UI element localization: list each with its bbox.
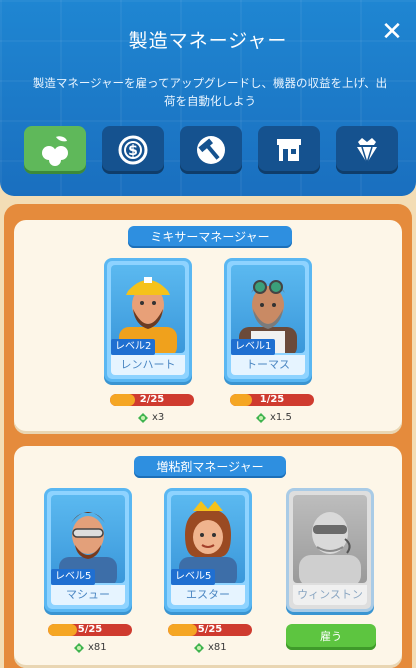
tab-coin[interactable]: $	[102, 126, 164, 174]
manager-card-esther[interactable]: レベル5 エスター	[164, 488, 252, 612]
progress-text: 5/25	[77, 624, 103, 635]
category-tabs: $	[24, 126, 398, 176]
reward-lenhart: x3	[136, 410, 164, 426]
description: 製造マネージャーを雇ってアップグレードし、機器の収益を上げ、出 荷を自動化しよう	[18, 74, 402, 110]
manager-name: ウィンストン	[293, 585, 367, 605]
page-title: 製造マネージャー	[128, 30, 288, 52]
cash-icon	[256, 413, 266, 423]
level-badge: レベル5	[51, 569, 96, 585]
manager-card-matthew[interactable]: レベル5 マシュー	[44, 488, 132, 612]
manager-portrait	[293, 495, 367, 583]
hammer-icon	[197, 136, 225, 164]
diamond-crown-icon	[357, 138, 377, 166]
description-line-2: 荷を自動化しよう	[164, 94, 256, 108]
tab-shop[interactable]	[258, 126, 320, 174]
cash-icon	[138, 413, 148, 423]
progress-bar-matthew: 5/25	[48, 624, 132, 636]
tab-berries[interactable]	[24, 126, 86, 174]
tab-hammer[interactable]	[180, 126, 242, 174]
berries-icon	[42, 136, 68, 166]
progress-bar-lenhart: 2/25	[110, 394, 194, 406]
reward-text: x81	[208, 642, 227, 653]
reward-esther: x81	[192, 640, 227, 656]
reward-text: x3	[152, 412, 165, 423]
level-badge: レベル1	[231, 339, 276, 355]
manager-card-lenhart[interactable]: レベル2 レンハート	[104, 258, 192, 382]
manager-name: トーマス	[231, 355, 305, 375]
manager-name: マシュー	[51, 585, 125, 605]
manager-name: エスター	[171, 585, 245, 605]
coin-icon: $	[118, 135, 148, 165]
mixer-section	[14, 220, 402, 434]
description-line-1: 製造マネージャーを雇ってアップグレードし、機器の収益を上げ、出	[32, 76, 388, 90]
thickener-section-title: 増粘剤マネージャー	[134, 456, 286, 478]
reward-text: x1.5	[270, 412, 292, 423]
header-panel: 製造マネージャー ✕ 製造マネージャーを雇ってアップグレードし、機器の収益を上げ…	[0, 0, 416, 196]
reward-thomas: x1.5	[254, 410, 292, 426]
level-badge: レベル2	[111, 339, 156, 355]
shop-icon	[277, 139, 301, 161]
manager-name: レンハート	[111, 355, 185, 375]
tab-diamond[interactable]	[336, 126, 398, 174]
close-icon[interactable]: ✕	[380, 19, 404, 45]
progress-text: 1/25	[259, 394, 285, 405]
svg-text:$: $	[128, 143, 138, 159]
cash-icon	[74, 643, 84, 653]
hire-button[interactable]: 雇う	[286, 624, 376, 650]
level-badge: レベル5	[171, 569, 216, 585]
reward-text: x81	[88, 642, 107, 653]
cash-icon	[194, 643, 204, 653]
mixer-section-title: ミキサーマネージャー	[128, 226, 292, 248]
manager-card-thomas[interactable]: レベル1 トーマス	[224, 258, 312, 382]
progress-bar-thomas: 1/25	[230, 394, 314, 406]
locked-avatar	[299, 512, 361, 583]
manager-card-winston[interactable]: ウィンストン	[286, 488, 374, 612]
progress-bar-esther: 5/25	[168, 624, 252, 636]
progress-text: 5/25	[197, 624, 223, 635]
reward-matthew: x81	[72, 640, 107, 656]
progress-text: 2/25	[139, 394, 165, 405]
